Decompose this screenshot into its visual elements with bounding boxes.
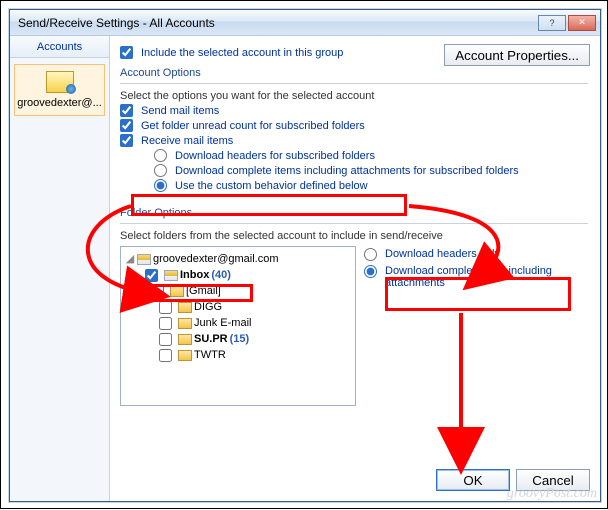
account-label: groovedexter@... — [17, 97, 102, 109]
folder-icon — [178, 318, 192, 329]
download-mode-group: Download headers only Download complete … — [364, 246, 588, 406]
junk-label: Junk E-mail — [194, 315, 251, 331]
digg-checkbox[interactable] — [159, 301, 172, 314]
send-mail-row[interactable]: Send mail items — [120, 104, 588, 117]
close-button[interactable]: ✕ — [568, 15, 596, 31]
help-button[interactable]: ? — [538, 15, 566, 31]
gmail-checkbox[interactable] — [151, 285, 164, 298]
send-mail-checkbox[interactable] — [120, 104, 133, 117]
dialog-window: Send/Receive Settings - All Accounts ? ✕… — [9, 9, 601, 502]
folder-options-heading: Folder Options — [120, 207, 588, 219]
include-label: Include the selected account in this gro… — [141, 47, 343, 59]
titlebar: Send/Receive Settings - All Accounts ? ✕ — [10, 10, 600, 36]
mailbox-icon — [137, 254, 151, 265]
accounts-panel: Accounts groovedexter@... — [10, 36, 110, 501]
digg-label: DIGG — [194, 299, 222, 315]
inbox-count: (40) — [211, 267, 231, 283]
dl-complete-sub-radio[interactable] — [154, 164, 167, 177]
receive-mail-row[interactable]: Receive mail items — [120, 134, 588, 147]
dl-headers-only-radio[interactable] — [364, 248, 377, 261]
receive-mail-checkbox[interactable] — [120, 134, 133, 147]
dl-complete-sub-row[interactable]: Download complete items including attach… — [154, 164, 588, 177]
cancel-button[interactable]: Cancel — [516, 469, 590, 491]
dl-complete-sub-label: Download complete items including attach… — [175, 165, 519, 177]
tree-inbox[interactable]: Inbox (40) — [145, 267, 351, 283]
main-panel: Include the selected account in this gro… — [110, 36, 600, 501]
gmail-label: [Gmail] — [186, 283, 221, 299]
supr-count: (15) — [230, 331, 250, 347]
account-properties-button[interactable]: Account Properties... — [444, 44, 590, 66]
dl-headers-only-label: Download headers only — [385, 248, 500, 260]
tree-digg[interactable]: DIGG — [159, 299, 351, 315]
dl-headers-only-row[interactable]: Download headers only — [364, 248, 588, 261]
tree-root[interactable]: ◢ groovedexter@gmail.com — [125, 251, 351, 267]
inbox-icon — [164, 270, 178, 281]
junk-checkbox[interactable] — [159, 317, 172, 330]
dl-headers-sub-row[interactable]: Download headers for subscribed folders — [154, 149, 588, 162]
inbox-label: Inbox — [180, 267, 209, 283]
use-custom-label: Use the custom behavior defined below — [175, 180, 368, 192]
expand-icon[interactable]: ▷ — [139, 283, 149, 299]
get-unread-label: Get folder unread count for subscribed f… — [141, 120, 365, 132]
receive-mail-label: Receive mail items — [141, 135, 233, 147]
twtr-checkbox[interactable] — [159, 349, 172, 362]
dl-complete-radio[interactable] — [364, 265, 377, 278]
use-custom-radio[interactable] — [154, 179, 167, 192]
tree-junk[interactable]: Junk E-mail — [159, 315, 351, 331]
folder-icon — [170, 286, 184, 297]
folder-icon — [178, 302, 192, 313]
send-mail-label: Send mail items — [141, 105, 219, 117]
tree-gmail[interactable]: ▷ [Gmail] — [139, 283, 351, 299]
supr-label: SU.PR — [194, 331, 228, 347]
include-checkbox[interactable] — [120, 46, 133, 59]
folder-options-instruction: Select folders from the selected account… — [120, 230, 588, 242]
get-unread-checkbox[interactable] — [120, 119, 133, 132]
dl-headers-sub-radio[interactable] — [154, 149, 167, 162]
inbox-checkbox[interactable] — [145, 269, 158, 282]
tree-twtr[interactable]: TWTR — [159, 347, 351, 363]
dialog-body: Accounts groovedexter@... Include the se… — [10, 36, 600, 501]
folder-icon — [178, 334, 192, 345]
tree-supr[interactable]: SU.PR (15) — [159, 331, 351, 347]
folder-tree[interactable]: ◢ groovedexter@gmail.com Inbox (40) ▷ — [120, 246, 356, 406]
window-title: Send/Receive Settings - All Accounts — [14, 16, 536, 30]
tree-root-label: groovedexter@gmail.com — [153, 251, 279, 267]
account-options-heading: Account Options — [120, 67, 588, 79]
divider — [120, 83, 588, 84]
collapse-icon[interactable]: ◢ — [125, 251, 135, 267]
accounts-header: Accounts — [10, 36, 109, 58]
use-custom-row[interactable]: Use the custom behavior defined below — [154, 179, 368, 192]
ok-button[interactable]: OK — [436, 469, 510, 491]
dl-complete-row[interactable]: Download complete item including attachm… — [364, 265, 588, 289]
account-options-instruction: Select the options you want for the sele… — [120, 90, 588, 102]
folder-icon — [178, 350, 192, 361]
supr-checkbox[interactable] — [159, 333, 172, 346]
divider-2 — [120, 223, 588, 224]
dl-complete-label: Download complete item including attachm… — [385, 265, 588, 289]
account-item[interactable]: groovedexter@... — [14, 64, 105, 116]
get-unread-row[interactable]: Get folder unread count for subscribed f… — [120, 119, 588, 132]
dl-headers-sub-label: Download headers for subscribed folders — [175, 150, 375, 162]
twtr-label: TWTR — [194, 347, 226, 363]
folder-area: ◢ groovedexter@gmail.com Inbox (40) ▷ — [120, 246, 588, 406]
dialog-buttons: OK Cancel — [436, 469, 590, 491]
account-folder-icon — [46, 71, 74, 93]
